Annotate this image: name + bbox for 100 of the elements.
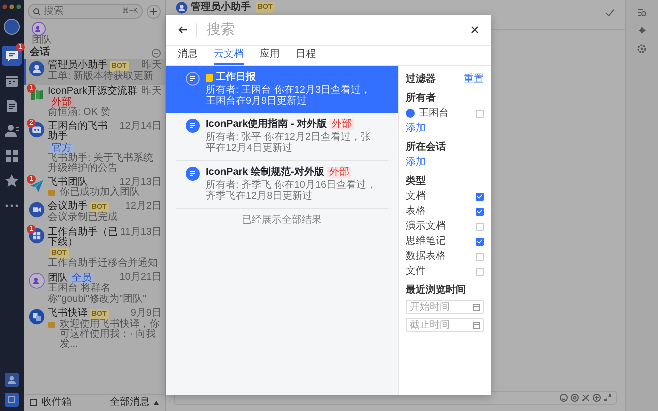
external-tag: 外部 <box>327 167 352 178</box>
chat-time: 昨天 <box>142 86 162 97</box>
chat-time: 12月2日 <box>125 202 162 213</box>
chat-name: 管理员小助手 <box>48 61 108 72</box>
chat-name: 团队 <box>48 274 68 284</box>
chat-time: 12月13日 <box>120 178 162 188</box>
chat-time: 昨天 <box>142 61 162 72</box>
section-label: 最近浏览时间 <box>406 285 467 296</box>
result-details: 所有者: 张平 你在12月2日查看过，张平在12月4日更新过 <box>206 132 372 154</box>
chat-name: 工作台助手（已下线） <box>48 228 118 248</box>
chat-name: 会议助手 <box>48 202 88 212</box>
chat-preview: 飞书助手: 关于飞书系统升级维护的公告 <box>48 154 155 174</box>
tab[interactable]: 应用 <box>260 49 280 65</box>
search-list-icon[interactable] <box>637 8 647 18</box>
search-result[interactable]: 工作日报 所有者: 王困台 你在12月3日查看过，王困台在9月9日更新过 <box>166 66 398 113</box>
checkbox[interactable] <box>476 222 484 230</box>
search-input[interactable]: 搜索 <box>44 6 94 17</box>
reset-link[interactable]: 重置 <box>464 74 484 85</box>
team-avatar-icon <box>29 273 45 290</box>
chat-tag: 外部 <box>50 96 74 108</box>
video-camera-icon <box>29 202 45 218</box>
checkbox[interactable] <box>476 268 484 276</box>
chat-tag: 官方 <box>50 142 74 154</box>
end-of-results-note: 已经展示全部结果 <box>241 215 323 226</box>
checkbox[interactable] <box>476 192 484 200</box>
person-avatar-icon <box>29 61 45 78</box>
plus-icon <box>150 8 158 16</box>
chat-name: IconPark开源交流群 <box>48 86 138 97</box>
calendar-icon <box>473 304 480 310</box>
inbox-link[interactable]: 收件箱 <box>42 398 72 408</box>
document-icon <box>186 119 200 133</box>
chat-preview: 工单: 新版本待获取更新 <box>48 72 154 83</box>
result-details: 所有者: 王困台 你在12月3日查看过，王困台在9月9日更新过 <box>206 85 372 107</box>
scissors-icon[interactable] <box>582 394 590 402</box>
option-label: 文件 <box>406 266 426 277</box>
date-field[interactable]: 截止时间 <box>406 318 484 332</box>
result-title: 工作日报 <box>216 72 256 83</box>
search-icon <box>33 8 41 16</box>
chat-name: 王困台的飞书助手 <box>48 122 109 142</box>
result-details: 所有者: 齐季飞 你在10月16日查看过，齐季飞在12月8日更新过 <box>206 180 378 202</box>
chat-tag: 全员 <box>70 273 94 284</box>
tab[interactable]: 消息 <box>178 49 198 65</box>
settings-icon[interactable] <box>637 44 647 54</box>
section-title: 会话 <box>30 48 50 58</box>
caret-icon[interactable] <box>154 400 159 405</box>
search-result[interactable]: IconPark使用指南 - 对外版 外部 所有者: 张平 你在12月2日查看过，张平在12月4日更新过 <box>176 113 388 160</box>
chat-preview: 你已成功加入团队 <box>60 188 140 198</box>
team-label: 团队 <box>32 36 52 46</box>
option-label: 思维笔记 <box>406 236 446 247</box>
team-icon[interactable] <box>32 22 46 36</box>
chat-preview: 工作台助手迁移合并通知 <box>48 259 158 270</box>
chat-time: 12月14日 <box>120 122 162 132</box>
user-icon[interactable] <box>5 373 19 387</box>
calendar-icon <box>473 322 480 328</box>
chat-preview: 欢迎使用飞书快译，你可这样使用我：· 向我发... <box>60 320 161 350</box>
filter-title: 过滤器 <box>406 74 436 85</box>
checkbox[interactable] <box>476 252 484 260</box>
option-label: 表格 <box>406 206 426 217</box>
add-link[interactable]: 添加 <box>406 157 484 168</box>
document-icon <box>186 167 200 181</box>
option-label: 演示文档 <box>406 221 446 232</box>
back-arrow-icon[interactable] <box>178 26 188 34</box>
tab[interactable]: 日程 <box>296 49 316 65</box>
person-avatar-icon <box>176 2 188 14</box>
chat-name: 飞书快译 <box>48 308 88 319</box>
add-button[interactable] <box>147 4 161 18</box>
checkbox[interactable] <box>476 238 484 246</box>
date-field[interactable]: 开始时间 <box>406 300 484 314</box>
add-link[interactable]: 添加 <box>406 123 484 134</box>
search-result[interactable]: IconPark 绘制规范-对外版 外部 所有者: 齐季飞 你在10月16日查看过，齐季飞在12月8日更新过 <box>176 160 388 208</box>
chat-time: 11月13日 <box>120 228 162 238</box>
chat-preview: 王困台 将群名称"goubi"修改为"团队" <box>48 284 148 305</box>
window-controls-icon <box>2 4 22 10</box>
chat-preview: 会议录制已完成 <box>48 213 118 224</box>
collapse-icon[interactable] <box>152 48 161 58</box>
chat-preview: 俞恒涵: OK 赞 <box>48 108 111 118</box>
checkbox[interactable] <box>476 110 484 118</box>
chat-time: 9月9日 <box>130 308 162 319</box>
at-icon[interactable] <box>571 394 579 402</box>
owner-name: 王困台 <box>419 108 449 119</box>
translate-avatar-icon <box>29 308 45 325</box>
result-title: IconPark使用指南 - 对外版 <box>206 119 328 130</box>
external-tag: 外部 <box>330 119 354 130</box>
option-label: 文档 <box>406 191 426 202</box>
section-label: 所有者 <box>406 93 437 104</box>
close-icon[interactable] <box>471 26 479 34</box>
chat-name: 飞书团队 <box>48 178 88 188</box>
chat-icon[interactable] <box>2 46 22 66</box>
result-title: IconPark 绘制规范-对外版 <box>206 167 324 178</box>
option-label: 数据表格 <box>406 251 446 262</box>
chat-title: 管理员小助手 <box>191 2 251 13</box>
emoji-icon[interactable] <box>560 394 568 402</box>
check-icon[interactable] <box>605 9 615 18</box>
avatar-icon <box>406 109 415 118</box>
checkbox[interactable] <box>476 208 484 216</box>
chat-row[interactable]: 团队 全员 10月21日 王困台 将群名称"goubi"修改为"团队" <box>24 271 165 307</box>
message-filter[interactable]: 全部消息 <box>110 398 150 408</box>
expand-icon[interactable] <box>604 394 612 402</box>
add-icon[interactable] <box>593 394 601 402</box>
document-icon <box>186 72 200 86</box>
